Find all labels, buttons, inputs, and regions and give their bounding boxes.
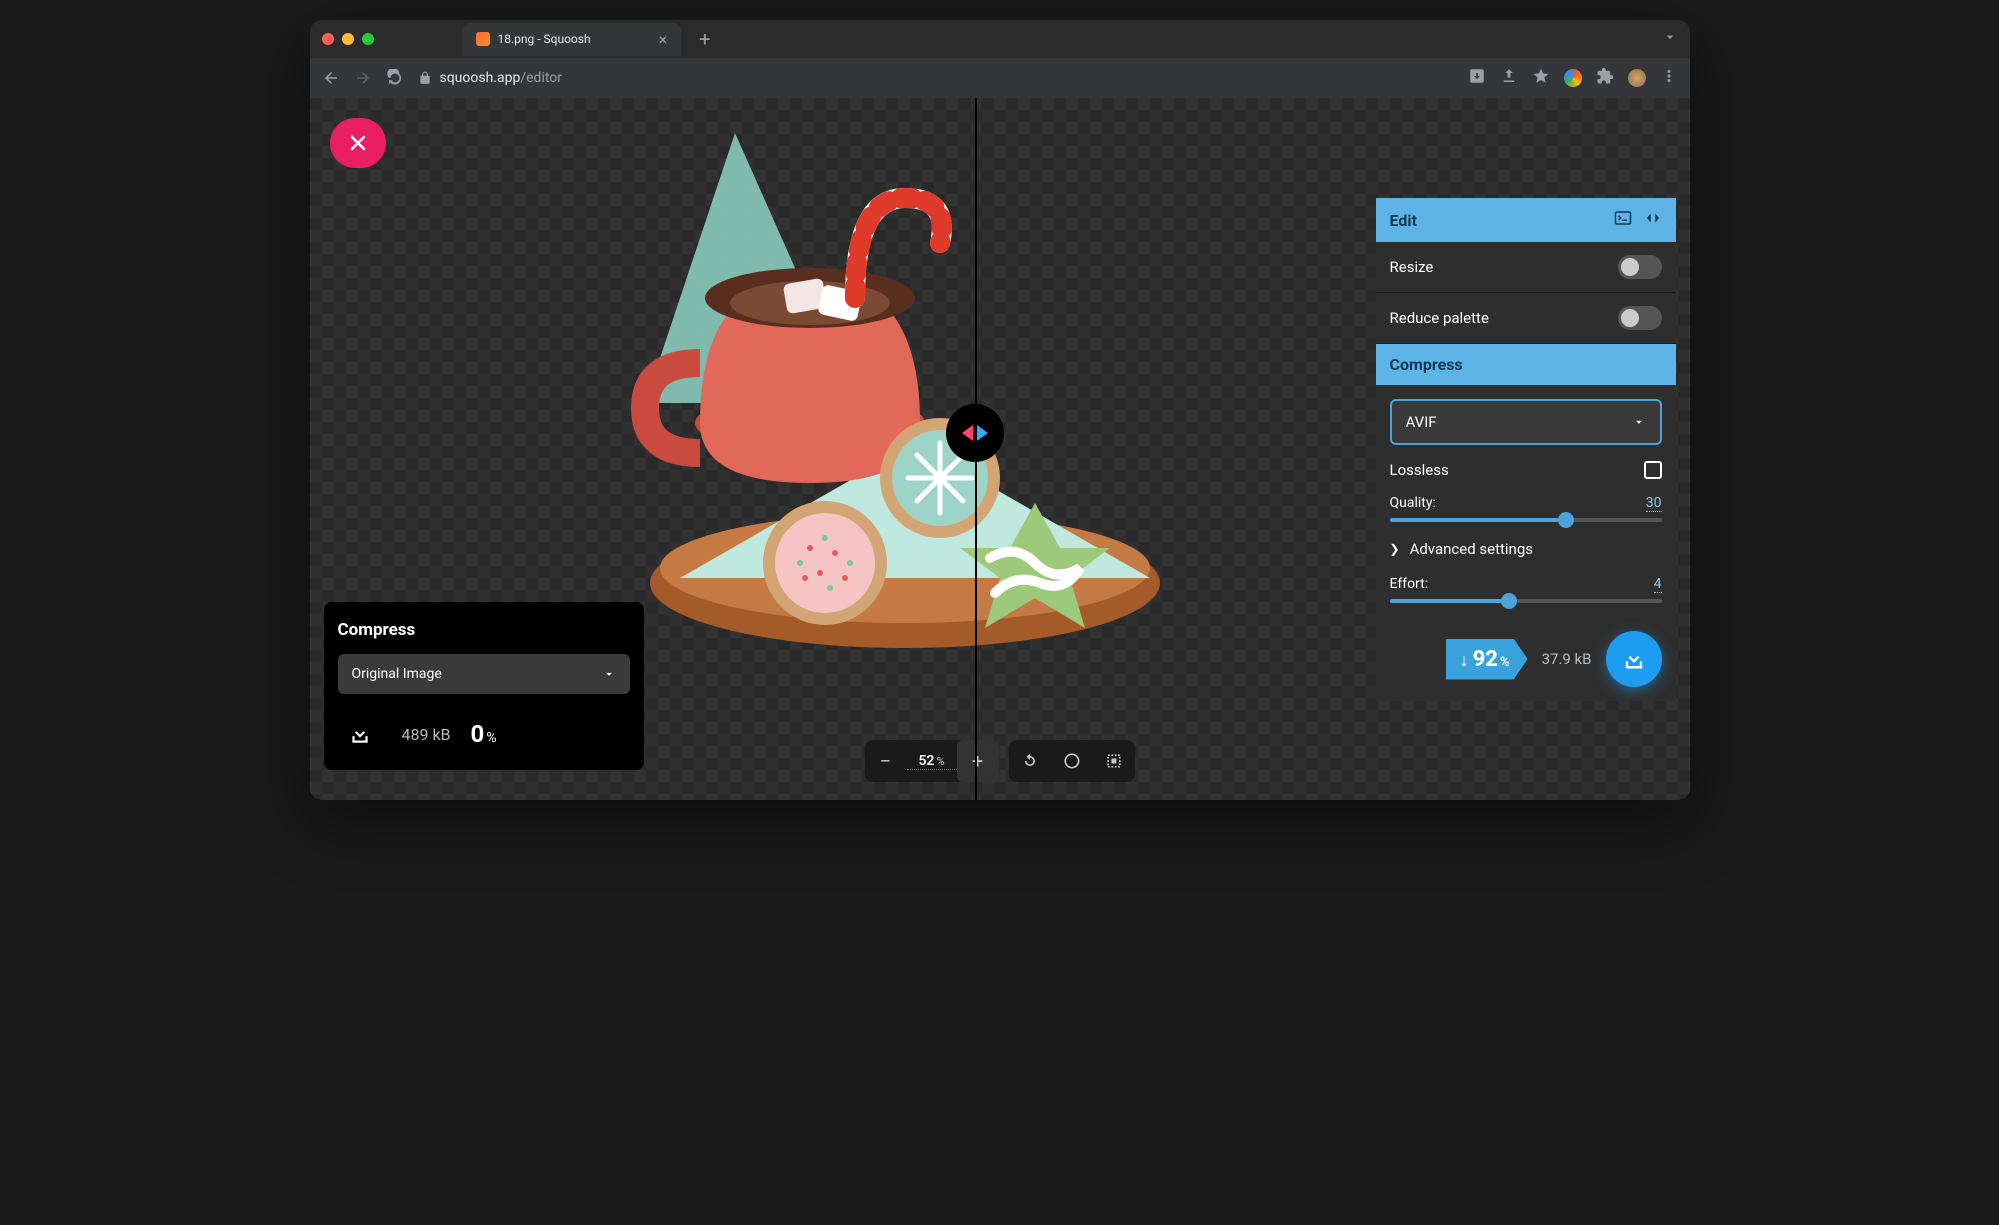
reduce-palette-row: Reduce palette xyxy=(1376,293,1676,344)
swap-sides-icon[interactable] xyxy=(1644,209,1662,231)
canvas-action-group xyxy=(1009,740,1135,782)
transparency-grid-button[interactable] xyxy=(1093,740,1135,782)
zoom-out-button[interactable]: − xyxy=(864,740,906,782)
rotate-icon xyxy=(1020,751,1040,771)
forward-button[interactable] xyxy=(354,69,372,87)
close-window-button[interactable] xyxy=(322,33,334,45)
quality-label: Quality: xyxy=(1390,495,1436,512)
left-percent: 0% xyxy=(471,720,497,748)
chevron-down-icon xyxy=(602,667,616,681)
tab-close-button[interactable]: × xyxy=(659,30,668,49)
edit-section-header: Edit xyxy=(1376,198,1676,242)
lossless-checkbox[interactable] xyxy=(1644,461,1662,479)
tab-favicon-icon xyxy=(476,32,490,46)
download-icon xyxy=(347,721,373,747)
back-button[interactable] xyxy=(322,69,340,87)
bottom-toolbar: − 52% + xyxy=(864,740,1134,782)
comparison-divider-handle[interactable] xyxy=(946,404,1004,462)
resize-row: Resize xyxy=(1376,242,1676,293)
rotate-button[interactable] xyxy=(1009,740,1051,782)
advanced-settings-toggle[interactable]: ❯ Advanced settings xyxy=(1390,540,1662,558)
new-tab-button[interactable]: + xyxy=(689,27,720,51)
left-codec-select[interactable]: Original Image xyxy=(338,654,630,694)
extension-avatar-icon[interactable] xyxy=(1628,69,1646,87)
savings-percent: 92 xyxy=(1473,647,1498,672)
effort-slider[interactable] xyxy=(1390,599,1662,603)
quality-slider[interactable] xyxy=(1390,518,1662,522)
browser-tab[interactable]: 18.png - Squoosh × xyxy=(462,23,682,56)
quality-slider-row: Quality: 30 xyxy=(1390,495,1662,522)
circle-outline-icon xyxy=(1062,751,1082,771)
output-stats-row: ↓ 92 % 37.9 kB xyxy=(1390,621,1662,687)
tab-title: 18.png - Squoosh xyxy=(498,32,591,46)
background-toggle-button[interactable] xyxy=(1051,740,1093,782)
left-compress-panel: Compress Original Image 489 kB 0% xyxy=(324,602,644,770)
download-icon xyxy=(1620,645,1648,673)
browser-toolbar-icons xyxy=(1468,67,1678,89)
zoom-in-button[interactable]: + xyxy=(957,740,999,782)
left-stats: 489 kB 0% xyxy=(338,712,630,756)
preview-illustration xyxy=(620,133,1190,663)
grid-icon xyxy=(1104,751,1124,771)
compress-header-label: Compress xyxy=(1390,355,1463,374)
left-filesize: 489 kB xyxy=(402,725,451,744)
codec-select[interactable]: AVIF xyxy=(1390,399,1662,445)
minimize-window-button[interactable] xyxy=(342,33,354,45)
edit-header-label: Edit xyxy=(1390,211,1418,230)
install-app-icon[interactable] xyxy=(1468,67,1486,89)
maximize-window-button[interactable] xyxy=(362,33,374,45)
close-icon xyxy=(346,131,370,155)
extensions-puzzle-icon[interactable] xyxy=(1596,67,1614,89)
bookmark-star-icon[interactable] xyxy=(1532,67,1550,89)
url-host: squoosh.app xyxy=(440,70,521,86)
arrow-down-icon: ↓ xyxy=(1460,650,1469,671)
effort-label: Effort: xyxy=(1390,576,1429,593)
preview-image[interactable] xyxy=(620,133,1190,663)
titlebar: 18.png - Squoosh × + xyxy=(310,20,1690,58)
url-field[interactable]: squoosh.app/editor xyxy=(418,70,1454,86)
extension-lighthouse-icon[interactable] xyxy=(1564,69,1582,87)
resize-toggle[interactable] xyxy=(1618,255,1662,279)
compress-panel-body: AVIF Lossless Quality: 30 xyxy=(1376,385,1676,701)
left-codec-value: Original Image xyxy=(352,666,442,682)
compress-section-header: Compress xyxy=(1376,344,1676,385)
advanced-settings-label: Advanced settings xyxy=(1410,540,1533,558)
browser-menu-icon[interactable] xyxy=(1660,67,1678,89)
lock-icon xyxy=(418,71,432,85)
savings-badge: ↓ 92 % xyxy=(1446,639,1528,680)
left-panel-header: Compress xyxy=(338,620,630,640)
reload-button[interactable] xyxy=(386,69,404,87)
download-left-button[interactable] xyxy=(338,712,382,756)
triangle-left-icon xyxy=(962,425,973,441)
zoom-value[interactable]: 52% xyxy=(906,753,956,770)
cli-icon[interactable] xyxy=(1614,209,1632,231)
download-right-button[interactable] xyxy=(1606,631,1662,687)
resize-label: Resize xyxy=(1390,258,1434,276)
share-icon[interactable] xyxy=(1500,67,1518,89)
tabs-menu-button[interactable] xyxy=(1662,29,1678,49)
url-path: /editor xyxy=(520,70,562,86)
address-bar: squoosh.app/editor xyxy=(310,58,1690,98)
app-canvas: Compress Original Image 489 kB 0% Edit xyxy=(310,98,1690,800)
zoom-controls: − 52% + xyxy=(864,740,998,782)
right-filesize: 37.9 kB xyxy=(1542,650,1592,668)
chevron-right-icon: ❯ xyxy=(1390,542,1400,556)
codec-value: AVIF xyxy=(1406,413,1437,431)
reduce-palette-label: Reduce palette xyxy=(1390,309,1489,327)
lossless-label: Lossless xyxy=(1390,461,1449,479)
triangle-right-icon xyxy=(977,425,988,441)
reduce-palette-toggle[interactable] xyxy=(1618,306,1662,330)
quality-value[interactable]: 30 xyxy=(1646,495,1662,512)
browser-window: 18.png - Squoosh × + squoosh.app/editor xyxy=(310,20,1690,800)
close-editor-button[interactable] xyxy=(330,118,386,168)
window-traffic-lights xyxy=(322,33,374,45)
chevron-down-icon xyxy=(1632,415,1646,429)
effort-value[interactable]: 4 xyxy=(1654,576,1662,593)
effort-slider-row: Effort: 4 xyxy=(1390,576,1662,603)
right-settings-panel: Edit Resize Reduce palette Compress AVIF xyxy=(1376,198,1676,701)
